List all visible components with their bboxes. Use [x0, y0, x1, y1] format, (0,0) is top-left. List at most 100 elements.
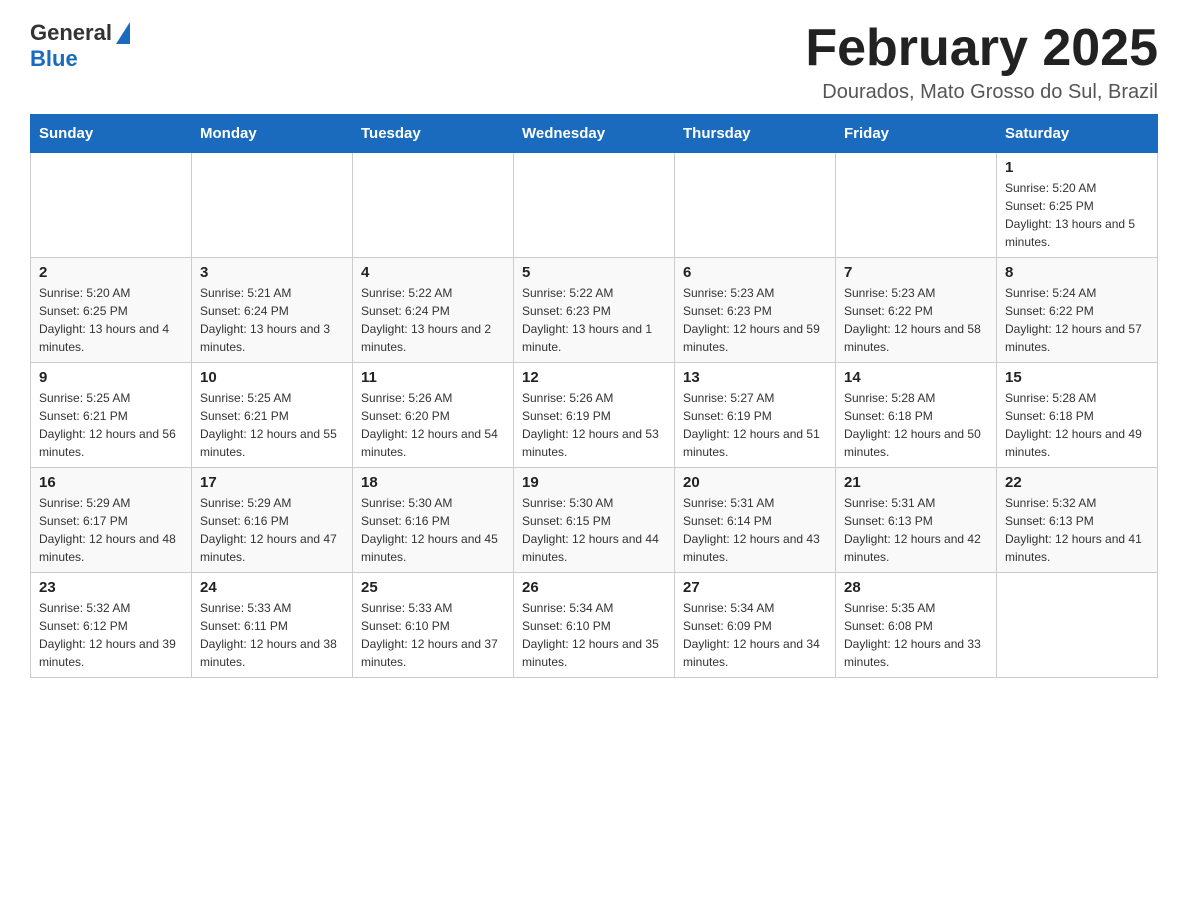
day-info: Sunrise: 5:22 AMSunset: 6:24 PMDaylight:… — [361, 284, 505, 356]
day-number: 20 — [683, 474, 827, 491]
subtitle: Dourados, Mato Grosso do Sul, Brazil — [805, 81, 1158, 104]
day-number: 8 — [1005, 264, 1149, 281]
day-info: Sunrise: 5:27 AMSunset: 6:19 PMDaylight:… — [683, 389, 827, 461]
day-number: 9 — [39, 369, 183, 386]
day-info: Sunrise: 5:30 AMSunset: 6:15 PMDaylight:… — [522, 494, 666, 566]
day-info: Sunrise: 5:34 AMSunset: 6:09 PMDaylight:… — [683, 599, 827, 671]
day-number: 27 — [683, 579, 827, 596]
calendar-week-row: 23 Sunrise: 5:32 AMSunset: 6:12 PMDayligh… — [31, 573, 1158, 678]
calendar-week-row: 1 Sunrise: 5:20 AMSunset: 6:25 PMDaylight… — [31, 153, 1158, 258]
day-number: 15 — [1005, 369, 1149, 386]
day-number: 7 — [844, 264, 988, 281]
calendar-cell: 1 Sunrise: 5:20 AMSunset: 6:25 PMDaylight… — [997, 153, 1158, 258]
day-number: 1 — [1005, 159, 1149, 176]
calendar-cell: 13 Sunrise: 5:27 AMSunset: 6:19 PMDayligh… — [675, 363, 836, 468]
calendar-cell: 26 Sunrise: 5:34 AMSunset: 6:10 PMDayligh… — [514, 573, 675, 678]
day-number: 19 — [522, 474, 666, 491]
day-number: 22 — [1005, 474, 1149, 491]
day-info: Sunrise: 5:22 AMSunset: 6:23 PMDaylight:… — [522, 284, 666, 356]
calendar-cell — [31, 153, 192, 258]
day-number: 10 — [200, 369, 344, 386]
calendar-cell: 20 Sunrise: 5:31 AMSunset: 6:14 PMDayligh… — [675, 468, 836, 573]
day-of-week-header: Wednesday — [514, 115, 675, 153]
day-info: Sunrise: 5:23 AMSunset: 6:22 PMDaylight:… — [844, 284, 988, 356]
day-number: 12 — [522, 369, 666, 386]
calendar-week-row: 9 Sunrise: 5:25 AMSunset: 6:21 PMDaylight… — [31, 363, 1158, 468]
day-info: Sunrise: 5:33 AMSunset: 6:11 PMDaylight:… — [200, 599, 344, 671]
calendar-week-row: 2Sunrise: 5:20 AMSunset: 6:25 PMDaylight… — [31, 258, 1158, 363]
logo-blue-text: Blue — [30, 46, 78, 72]
calendar-cell: 12 Sunrise: 5:26 AMSunset: 6:19 PMDayligh… — [514, 363, 675, 468]
day-info: Sunrise: 5:31 AMSunset: 6:14 PMDaylight:… — [683, 494, 827, 566]
day-info: Sunrise: 5:20 AMSunset: 6:25 PMDaylight:… — [1005, 179, 1149, 251]
day-info: Sunrise: 5:20 AMSunset: 6:25 PMDaylight:… — [39, 284, 183, 356]
day-info: Sunrise: 5:25 AMSunset: 6:21 PMDaylight:… — [200, 389, 344, 461]
day-info: Sunrise: 5:33 AMSunset: 6:10 PMDaylight:… — [361, 599, 505, 671]
day-info: Sunrise: 5:28 AMSunset: 6:18 PMDaylight:… — [844, 389, 988, 461]
day-number: 18 — [361, 474, 505, 491]
day-info: Sunrise: 5:29 AMSunset: 6:16 PMDaylight:… — [200, 494, 344, 566]
day-info: Sunrise: 5:24 AMSunset: 6:22 PMDaylight:… — [1005, 284, 1149, 356]
day-number: 13 — [683, 369, 827, 386]
calendar-cell: 8 Sunrise: 5:24 AMSunset: 6:22 PMDaylight… — [997, 258, 1158, 363]
calendar-cell: 16 Sunrise: 5:29 AMSunset: 6:17 PMDayligh… — [31, 468, 192, 573]
calendar-header-row: SundayMondayTuesdayWednesdayThursdayFrid… — [31, 115, 1158, 153]
day-info: Sunrise: 5:34 AMSunset: 6:10 PMDaylight:… — [522, 599, 666, 671]
day-number: 25 — [361, 579, 505, 596]
calendar-table: SundayMondayTuesdayWednesdayThursdayFrid… — [30, 114, 1158, 678]
day-info: Sunrise: 5:23 AMSunset: 6:23 PMDaylight:… — [683, 284, 827, 356]
day-of-week-header: Tuesday — [353, 115, 514, 153]
calendar-cell: 19 Sunrise: 5:30 AMSunset: 6:15 PMDayligh… — [514, 468, 675, 573]
day-number: 26 — [522, 579, 666, 596]
calendar-cell: 24 Sunrise: 5:33 AMSunset: 6:11 PMDayligh… — [192, 573, 353, 678]
day-info: Sunrise: 5:30 AMSunset: 6:16 PMDaylight:… — [361, 494, 505, 566]
logo-triangle-icon — [116, 22, 130, 44]
day-of-week-header: Monday — [192, 115, 353, 153]
day-number: 21 — [844, 474, 988, 491]
title-area: February 2025 Dourados, Mato Grosso do S… — [805, 20, 1158, 104]
calendar-cell: 15 Sunrise: 5:28 AMSunset: 6:18 PMDayligh… — [997, 363, 1158, 468]
calendar-cell — [514, 153, 675, 258]
day-info: Sunrise: 5:26 AMSunset: 6:20 PMDaylight:… — [361, 389, 505, 461]
day-of-week-header: Saturday — [997, 115, 1158, 153]
main-title: February 2025 — [805, 20, 1158, 77]
calendar-cell: 23 Sunrise: 5:32 AMSunset: 6:12 PMDayligh… — [31, 573, 192, 678]
calendar-cell: 11 Sunrise: 5:26 AMSunset: 6:20 PMDayligh… — [353, 363, 514, 468]
day-number: 11 — [361, 369, 505, 386]
day-info: Sunrise: 5:26 AMSunset: 6:19 PMDaylight:… — [522, 389, 666, 461]
day-number: 23 — [39, 579, 183, 596]
day-number: 5 — [522, 264, 666, 281]
calendar-cell: 10 Sunrise: 5:25 AMSunset: 6:21 PMDayligh… — [192, 363, 353, 468]
day-info: Sunrise: 5:29 AMSunset: 6:17 PMDaylight:… — [39, 494, 183, 566]
calendar-cell: 6 Sunrise: 5:23 AMSunset: 6:23 PMDaylight… — [675, 258, 836, 363]
calendar-cell — [836, 153, 997, 258]
day-number: 28 — [844, 579, 988, 596]
calendar-week-row: 16 Sunrise: 5:29 AMSunset: 6:17 PMDayligh… — [31, 468, 1158, 573]
calendar-cell: 2Sunrise: 5:20 AMSunset: 6:25 PMDaylight… — [31, 258, 192, 363]
day-number: 14 — [844, 369, 988, 386]
day-info: Sunrise: 5:21 AMSunset: 6:24 PMDaylight:… — [200, 284, 344, 356]
day-number: 3 — [200, 264, 344, 281]
day-of-week-header: Thursday — [675, 115, 836, 153]
calendar-cell: 27 Sunrise: 5:34 AMSunset: 6:09 PMDayligh… — [675, 573, 836, 678]
calendar-cell: 3 Sunrise: 5:21 AMSunset: 6:24 PMDaylight… — [192, 258, 353, 363]
day-info: Sunrise: 5:32 AMSunset: 6:12 PMDaylight:… — [39, 599, 183, 671]
calendar-cell — [192, 153, 353, 258]
calendar-cell — [675, 153, 836, 258]
day-number: 24 — [200, 579, 344, 596]
day-info: Sunrise: 5:25 AMSunset: 6:21 PMDaylight:… — [39, 389, 183, 461]
day-number: 6 — [683, 264, 827, 281]
calendar-cell: 14 Sunrise: 5:28 AMSunset: 6:18 PMDayligh… — [836, 363, 997, 468]
day-number: 16 — [39, 474, 183, 491]
day-info: Sunrise: 5:28 AMSunset: 6:18 PMDaylight:… — [1005, 389, 1149, 461]
logo: General Blue — [30, 20, 130, 72]
calendar-cell: 7 Sunrise: 5:23 AMSunset: 6:22 PMDaylight… — [836, 258, 997, 363]
logo-general-text: General — [30, 20, 112, 46]
page-header: General Blue February 2025 Dourados, Mat… — [30, 20, 1158, 104]
day-number: 4 — [361, 264, 505, 281]
day-info: Sunrise: 5:32 AMSunset: 6:13 PMDaylight:… — [1005, 494, 1149, 566]
calendar-cell: 22 Sunrise: 5:32 AMSunset: 6:13 PMDayligh… — [997, 468, 1158, 573]
calendar-cell — [353, 153, 514, 258]
calendar-cell: 28Sunrise: 5:35 AMSunset: 6:08 PMDayligh… — [836, 573, 997, 678]
calendar-cell: 5 Sunrise: 5:22 AMSunset: 6:23 PMDaylight… — [514, 258, 675, 363]
